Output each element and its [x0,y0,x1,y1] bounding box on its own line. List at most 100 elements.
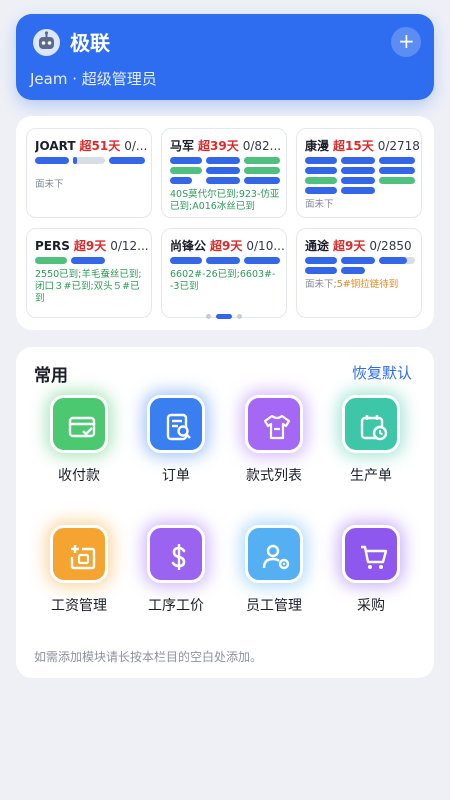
progress-bar [170,257,202,264]
shortcut-payments[interactable]: 收付款 [37,395,121,505]
task-customer: PERS [35,239,70,253]
shortcut-staff[interactable]: 员工管理 [232,525,316,635]
progress-bar [206,177,240,184]
task-note: 6602#-26已到;6603#--3已到 [170,269,276,292]
shortcut-label: 款式列表 [246,468,302,484]
progress-bar [379,257,407,264]
progress-bar [73,157,77,164]
task-card-tongtu[interactable]: 通途 超9天 0/2850 面未下;5#铜拉链待到 [296,228,422,318]
task-card-pers[interactable]: PERS 超9天 0/12... 2550已到;羊毛蚕丝已到;闭口３#已到;双头５#… [26,228,152,318]
common-functions-panel: 常用 恢复默认 收付款 订单 款式列表 生产单 工资管理 工序工价 员工管理 采… [16,347,434,678]
page-dot-active[interactable] [216,314,232,319]
shortcut-label: 员工管理 [246,598,302,614]
progress-bar [305,267,337,274]
app-title: 极联 [70,31,110,55]
progress-bar [305,177,337,184]
progress-bar [305,157,337,164]
task-overdue: 超9天 [73,239,107,253]
task-overdue: 超51天 [79,139,121,153]
progress-bar [170,157,202,164]
progress-bar [71,257,105,264]
page-dot[interactable] [206,314,211,319]
progress-bar [35,157,69,164]
task-progress: 0/82... [242,139,282,153]
progress-bar [170,177,192,184]
progress-bar [305,257,337,264]
hint-text: 如需添加模块请长按本栏目的空白处添加。 [34,650,263,664]
task-customer: 尚锋公 [170,239,207,253]
shortcut-label: 订单 [162,468,190,484]
task-title: 康漫 超15天 0/2718 [305,137,419,154]
progress-bar [341,187,375,194]
salary-icon [50,525,108,583]
plus-icon: + [398,29,415,53]
task-overdue: 超39天 [198,139,239,153]
page-indicator [206,314,246,320]
task-note-pending: 面未下; [305,279,337,290]
calendar-clock-icon [342,395,400,453]
wallet-check-icon [50,395,108,453]
shortcut-label: 收付款 [58,468,100,484]
progress-bar [244,167,280,174]
progress-bar [305,187,337,194]
task-note: 40S莫代尔已到;923-仿亚已到;A016冰丝已到 [170,189,280,212]
task-overview-panel: JOART 超51天 0/... 面未下 马军 超39天 0/82... 40S莫代尔已… [16,116,434,330]
app-header: 极联 + Jeam · 超级管理员 [16,14,434,100]
task-progress: 0/2850 [369,239,412,253]
task-card-majun[interactable]: 马军 超39天 0/82... 40S莫代尔已到;923-仿亚已到;A016冰丝已到 [161,128,287,218]
progress-bar [109,157,145,164]
task-progress: 0/... [124,139,148,153]
progress-bar [341,157,375,164]
progress-bar [206,167,240,174]
user-gear-icon [245,525,303,583]
progress-bar [341,267,365,274]
shortcut-orders[interactable]: 订单 [134,395,218,505]
task-overdue: 超9天 [210,239,243,253]
task-note: 面未下 [35,179,64,190]
progress-bar [305,167,337,174]
progress-bar [341,177,375,184]
progress-bar [341,257,375,264]
progress-bar [206,257,240,264]
progress-bar [244,157,280,164]
add-button[interactable]: + [391,27,421,57]
shortcut-label: 工资管理 [51,598,107,614]
task-title: 通途 超9天 0/2850 [305,237,419,254]
page-dot[interactable] [237,314,242,319]
task-progress: 0/12... [110,239,149,253]
dollar-icon [147,525,205,583]
task-customer: JOART [35,139,76,153]
progress-bar [206,157,240,164]
robot-logo-icon [33,29,60,56]
task-overdue: 超15天 [333,139,374,153]
task-card-shangfeng[interactable]: 尚锋公 超9天 0/10... 6602#-26已到;6603#--3已到 [161,228,287,318]
task-customer: 康漫 [305,139,330,153]
progress-bar [170,167,202,174]
shortcut-production[interactable]: 生产单 [329,395,413,505]
shortcut-purchase[interactable]: 采购 [329,525,413,635]
progress-bar [379,167,415,174]
task-card-joart[interactable]: JOART 超51天 0/... 面未下 [26,128,152,218]
progress-bar [379,157,415,164]
section-title: 常用 [34,366,68,386]
task-progress: 0/2718 [377,139,419,153]
shortcut-label: 工序工价 [148,598,204,614]
task-customer: 马军 [170,139,195,153]
task-title: PERS 超9天 0/12... [35,237,149,254]
reset-default-button[interactable]: 恢复默认 [352,362,412,383]
task-card-kangman[interactable]: 康漫 超15天 0/2718 面未下 [296,128,422,218]
tshirt-icon [245,395,303,453]
task-note-waiting: 5#铜拉链待到 [336,279,399,290]
progress-bar [35,257,67,264]
shortcut-styles[interactable]: 款式列表 [232,395,316,505]
task-note: 面未下 [305,199,334,210]
progress-bar [244,257,280,264]
shortcut-label: 采购 [357,598,385,614]
shortcut-process-price[interactable]: 工序工价 [134,525,218,635]
task-title: 尚锋公 超9天 0/10... [170,237,284,254]
shortcut-salary[interactable]: 工资管理 [37,525,121,635]
task-note: 面未下;5#铜拉链待到 [305,279,419,291]
progress-bar [341,167,375,174]
cart-icon [342,525,400,583]
progress-bar [379,177,415,184]
